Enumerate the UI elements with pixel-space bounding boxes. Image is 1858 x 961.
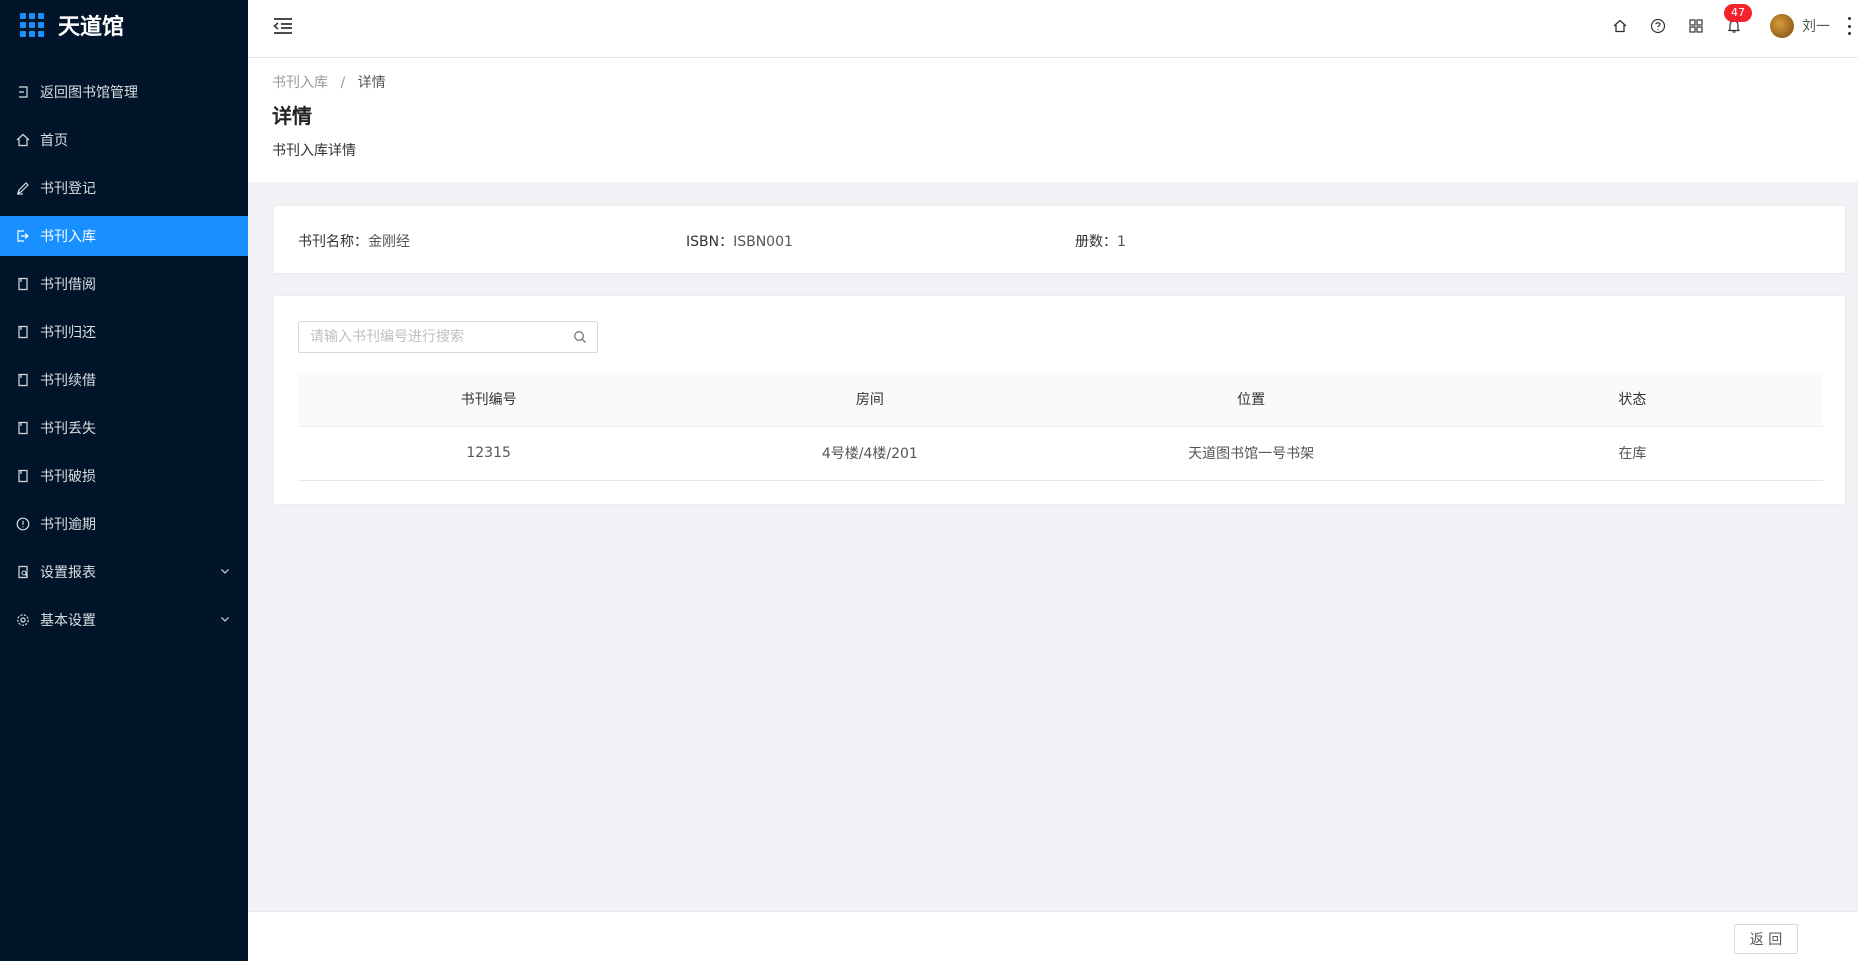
book-icon (16, 325, 30, 339)
import-icon (16, 229, 30, 243)
column-header-code: 书刊编号 (298, 372, 680, 427)
footer-bar: 返 回 (248, 911, 1858, 961)
sidebar-item-label: 首页 (40, 133, 68, 149)
top-header: 47 刘一 (248, 0, 1858, 58)
search-icon[interactable] (573, 330, 587, 344)
question-icon[interactable] (1650, 18, 1666, 34)
search-input[interactable] (299, 322, 549, 352)
sidebar-item-damaged[interactable]: 书刊破损 (0, 456, 248, 496)
isbn-field: ISBN：ISBN001 (686, 231, 793, 251)
avatar[interactable] (1770, 14, 1794, 38)
column-header-status: 状态 (1441, 372, 1823, 427)
sidebar-item-label: 书刊丢失 (40, 421, 96, 437)
sidebar-item-return-book[interactable]: 书刊归还 (0, 312, 248, 352)
copies-table-card: 书刊编号 房间 位置 状态 12315 4号楼/4楼/201 天道图书馆一号书架… (273, 295, 1846, 505)
logo[interactable]: 天道馆 (0, 0, 248, 50)
page-title: 详情 (272, 104, 312, 128)
book-icon (16, 373, 30, 387)
more-icon[interactable] (1848, 17, 1854, 35)
sidebar-item-home[interactable]: 首页 (0, 120, 248, 160)
sidebar-item-label: 书刊借阅 (40, 277, 96, 293)
sidebar-item-lost[interactable]: 书刊丢失 (0, 408, 248, 448)
table-row[interactable]: 12315 4号楼/4楼/201 天道图书馆一号书架 在库 (298, 426, 1823, 481)
book-info-card: 书刊名称：金刚经 ISBN：ISBN001 册数：1 (273, 205, 1846, 274)
gear-icon (16, 613, 30, 627)
sidebar-item-register[interactable]: 书刊登记 (0, 168, 248, 208)
breadcrumb: 书刊入库 / 详情 (272, 72, 386, 92)
sidebar-item-label: 书刊入库 (40, 229, 96, 245)
sidebar-item-reports[interactable]: 设置报表 (0, 552, 248, 592)
back-button[interactable]: 返 回 (1734, 924, 1798, 954)
sidebar-item-settings[interactable]: 基本设置 (0, 600, 248, 640)
breadcrumb-item-import[interactable]: 书刊入库 (272, 75, 328, 91)
menu-fold-icon[interactable] (272, 16, 294, 36)
sidebar-item-return[interactable]: 返回图书馆管理 (0, 72, 248, 112)
user-name[interactable]: 刘一 (1802, 16, 1830, 36)
app-grid-icon (20, 13, 44, 37)
book-name-value: 金刚经 (368, 234, 410, 250)
page-header: 书刊入库 / 详情 详情 书刊入库详情 (248, 58, 1858, 182)
sidebar-item-label: 设置报表 (40, 565, 96, 581)
cell-room: 4号楼/4楼/201 (679, 426, 1061, 481)
sidebar-item-label: 书刊破损 (40, 469, 96, 485)
header-actions: 47 刘一 (1612, 0, 1858, 52)
sidebar-item-label: 书刊续借 (40, 373, 96, 389)
sidebar-item-label: 书刊登记 (40, 181, 96, 197)
sidebar-item-overdue[interactable]: 书刊逾期 (0, 504, 248, 544)
chevron-down-icon (221, 617, 229, 622)
sidebar: 天道馆 返回图书馆管理 首页 书刊登记 书刊入库 书刊借阅 书刊归还 书刊续借 … (0, 0, 248, 961)
isbn-label: ISBN： (686, 234, 734, 250)
count-field: 册数：1 (1075, 231, 1126, 251)
column-header-location: 位置 (1060, 372, 1442, 427)
column-header-room: 房间 (679, 372, 1061, 427)
sidebar-item-label: 返回图书馆管理 (40, 85, 138, 101)
breadcrumb-item-current: 详情 (357, 75, 386, 91)
breadcrumb-separator: / (340, 75, 346, 91)
home-icon (16, 133, 30, 147)
exclamation-circle-icon (16, 517, 30, 531)
isbn-value: ISBN001 (733, 234, 793, 250)
chevron-down-icon (221, 569, 229, 574)
book-name-field: 书刊名称：金刚经 (298, 231, 410, 251)
notification-badge: 47 (1724, 4, 1752, 22)
sidebar-item-borrow[interactable]: 书刊借阅 (0, 264, 248, 304)
appstore-icon[interactable] (1688, 18, 1704, 34)
sidebar-item-label: 书刊逾期 (40, 517, 96, 533)
return-icon (16, 85, 30, 99)
bell-icon[interactable]: 47 (1724, 4, 1752, 34)
copies-table: 书刊编号 房间 位置 状态 12315 4号楼/4楼/201 天道图书馆一号书架… (298, 372, 1823, 481)
table-header-row: 书刊编号 房间 位置 状态 (298, 372, 1823, 427)
cell-code: 12315 (298, 426, 680, 481)
book-icon (16, 421, 30, 435)
book-icon (16, 469, 30, 483)
app-title: 天道馆 (58, 15, 125, 40)
search-box (298, 321, 598, 353)
sidebar-item-renew[interactable]: 书刊续借 (0, 360, 248, 400)
pen-icon (16, 181, 30, 195)
count-label: 册数： (1075, 234, 1117, 250)
home-icon[interactable] (1612, 18, 1628, 34)
cell-location: 天道图书馆一号书架 (1060, 426, 1442, 481)
sidebar-item-label: 书刊归还 (40, 325, 96, 341)
sidebar-item-label: 基本设置 (40, 613, 96, 629)
book-icon (16, 277, 30, 291)
book-name-label: 书刊名称： (298, 234, 368, 250)
sidebar-item-import[interactable]: 书刊入库 (0, 216, 248, 256)
cell-status: 在库 (1441, 426, 1823, 481)
count-value: 1 (1117, 234, 1126, 250)
page-description: 书刊入库详情 (272, 143, 356, 159)
report-icon (16, 565, 30, 579)
sidebar-menu: 返回图书馆管理 首页 书刊登记 书刊入库 书刊借阅 书刊归还 书刊续借 书刊丢失… (0, 72, 248, 640)
